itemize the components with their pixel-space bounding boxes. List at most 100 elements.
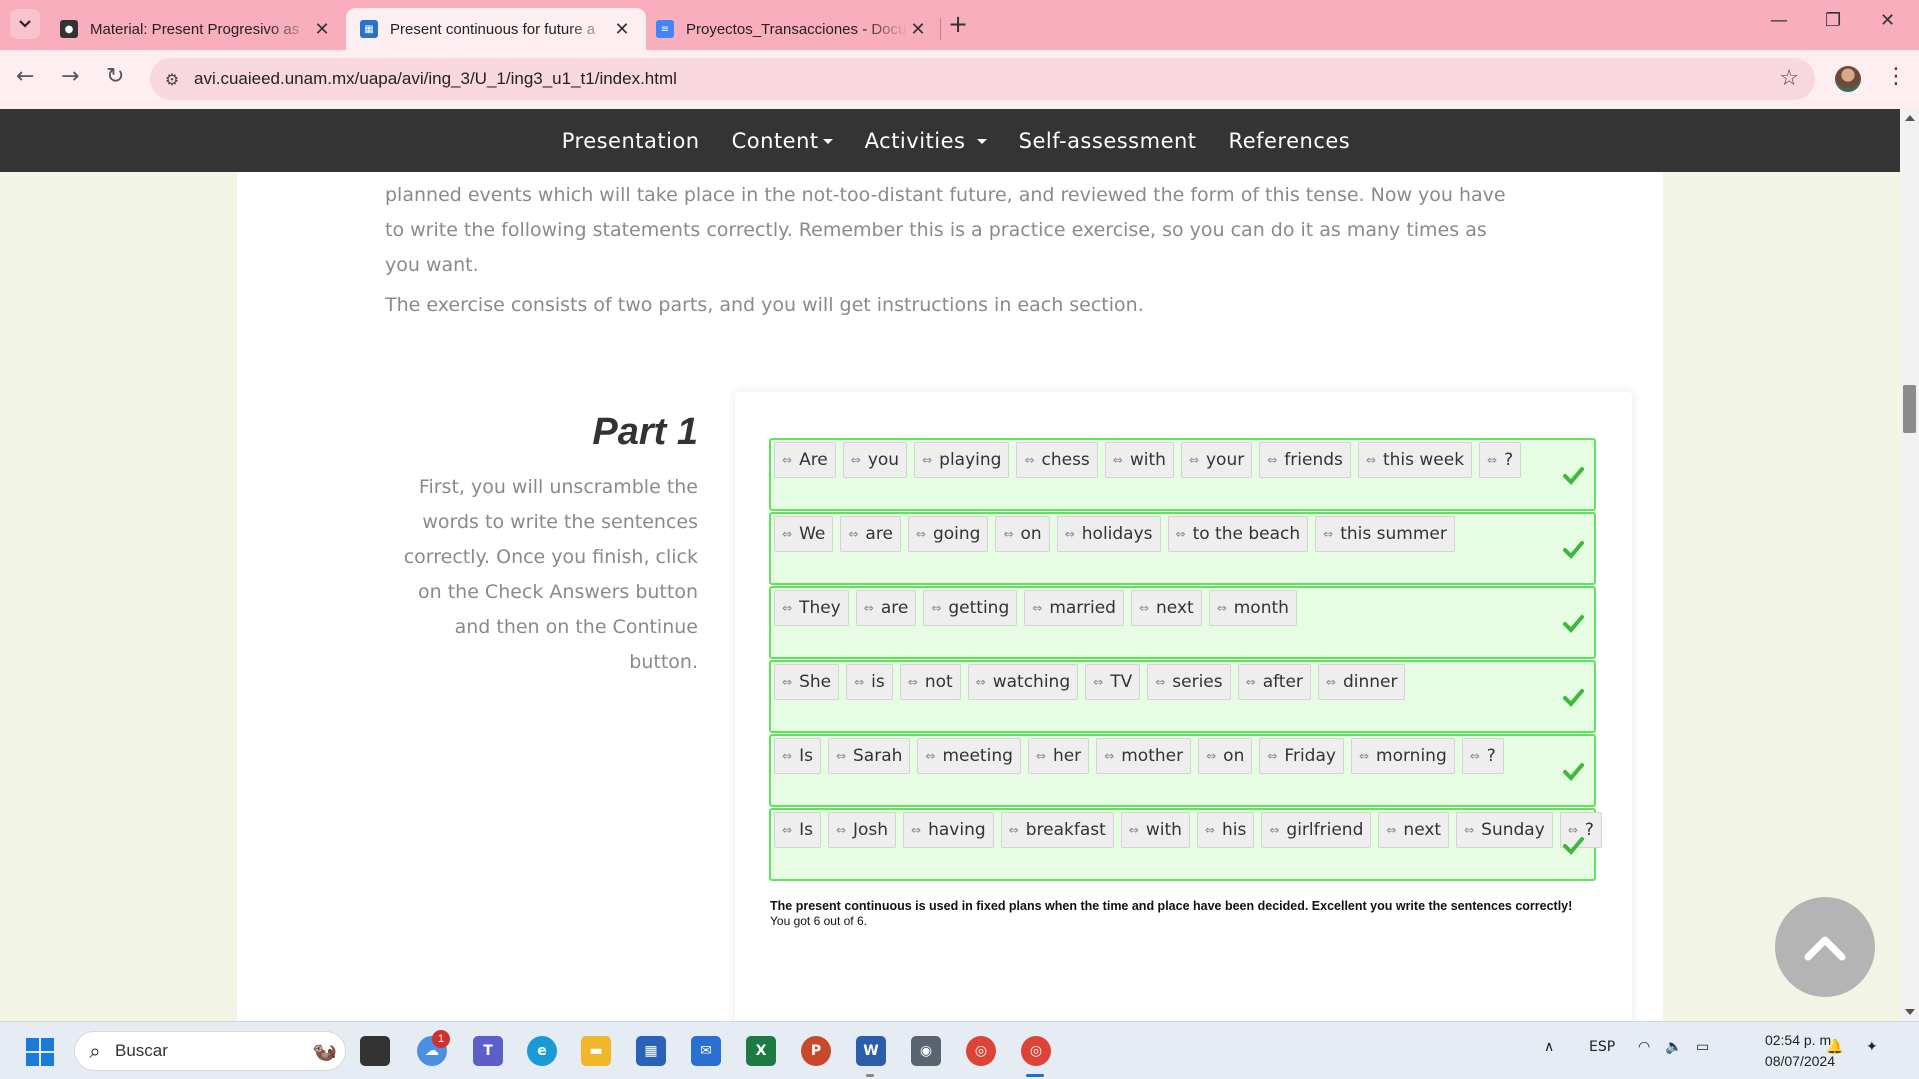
- store-icon[interactable]: ▦: [636, 1036, 666, 1066]
- show-hidden-icons-icon[interactable]: ∧: [1544, 1039, 1554, 1055]
- close-icon[interactable]: ✕: [312, 19, 332, 40]
- file-explorer-icon[interactable]: ▬: [581, 1036, 611, 1066]
- tab-proyectos[interactable]: ≡ Proyectos_Transacciones - Docu ✕: [642, 8, 942, 50]
- nav-references[interactable]: References: [1229, 129, 1351, 153]
- word-chip[interactable]: ⇔ Sarah: [827, 738, 911, 774]
- word-chip[interactable]: ⇔ is: [846, 664, 893, 700]
- word-chip[interactable]: ⇔ going: [907, 516, 989, 552]
- wifi-icon[interactable]: ◠: [1638, 1039, 1650, 1055]
- chrome-icon[interactable]: ◎: [966, 1036, 996, 1066]
- word-chip[interactable]: ⇔ getting: [923, 590, 1018, 626]
- word-chip[interactable]: ⇔ you: [842, 442, 908, 478]
- menu-dots-icon[interactable]: ⋮: [1885, 64, 1907, 89]
- scroll-down-arrow-icon[interactable]: [1905, 1009, 1915, 1015]
- minimize-icon[interactable]: —: [1770, 10, 1788, 31]
- profile-avatar[interactable]: [1835, 66, 1861, 92]
- site-settings-icon[interactable]: ⚙: [150, 70, 194, 89]
- word-chip[interactable]: ⇔ next: [1130, 590, 1202, 626]
- word-chip[interactable]: ⇔ morning: [1350, 738, 1455, 774]
- word-chip[interactable]: ⇔ Josh: [827, 812, 897, 848]
- word-chip[interactable]: ⇔ meeting: [917, 738, 1021, 774]
- word-chip[interactable]: ⇔ on: [1198, 738, 1253, 774]
- word-chip[interactable]: ⇔ to the beach: [1167, 516, 1309, 552]
- forward-icon[interactable]: →: [61, 64, 79, 89]
- tab-material[interactable]: ● Material: Present Progresivo as ✕: [46, 8, 346, 50]
- windows-start-icon[interactable]: [26, 1038, 54, 1066]
- word-chip[interactable]: ⇔ TV: [1085, 664, 1141, 700]
- word-chip[interactable]: ⇔ Is: [774, 812, 821, 848]
- language-indicator[interactable]: ESP: [1589, 1039, 1615, 1055]
- word-chip[interactable]: ⇔ married: [1024, 590, 1124, 626]
- system-clock[interactable]: 02:54 p. m. 08/07/2024: [1735, 1030, 1835, 1072]
- chrome-active-icon[interactable]: ◎: [1021, 1036, 1051, 1066]
- nav-content[interactable]: Content: [732, 129, 833, 153]
- word-chip[interactable]: ⇔ Is: [774, 738, 821, 774]
- notifications-bell-icon[interactable]: 🔔: [1826, 1039, 1843, 1055]
- word-chip[interactable]: ⇔ They: [774, 590, 849, 626]
- battery-icon[interactable]: ▭: [1696, 1039, 1709, 1055]
- teams-icon[interactable]: T: [473, 1036, 503, 1066]
- tab-search-button[interactable]: [10, 9, 40, 39]
- back-icon[interactable]: ←: [16, 64, 34, 89]
- word-chip[interactable]: ⇔ Friday: [1259, 738, 1344, 774]
- volume-icon[interactable]: 🔈: [1665, 1039, 1682, 1055]
- word-chip[interactable]: ⇔ month: [1208, 590, 1297, 626]
- word-chip[interactable]: ⇔ holidays: [1056, 516, 1161, 552]
- word-chip[interactable]: ⇔ his: [1196, 812, 1255, 848]
- word-chip[interactable]: ⇔ mother: [1096, 738, 1192, 774]
- word-chip[interactable]: ⇔ breakfast: [1000, 812, 1114, 848]
- scroll-to-top-button[interactable]: [1775, 897, 1875, 997]
- word-chip[interactable]: ⇔ this summer: [1315, 516, 1455, 552]
- word-chip[interactable]: ⇔ are: [855, 590, 917, 626]
- restore-icon[interactable]: ❐: [1825, 10, 1841, 31]
- scrollbar-thumb[interactable]: [1903, 385, 1916, 433]
- scroll-up-arrow-icon[interactable]: [1905, 115, 1915, 121]
- window-close-icon[interactable]: ✕: [1880, 10, 1895, 31]
- word-chip[interactable]: ⇔ We: [774, 516, 834, 552]
- close-icon[interactable]: ✕: [908, 19, 928, 40]
- mail-icon[interactable]: ✉: [691, 1036, 721, 1066]
- copilot-icon[interactable]: ✦: [1866, 1039, 1878, 1055]
- word-chip[interactable]: ⇔ friends: [1259, 442, 1351, 478]
- address-bar[interactable]: ⚙ avi.cuaieed.unam.mx/uapa/avi/ing_3/U_1…: [150, 58, 1815, 100]
- word-chip[interactable]: ⇔ after: [1237, 664, 1311, 700]
- word-chip[interactable]: ⇔ with: [1120, 812, 1190, 848]
- word-chip[interactable]: ⇔ dinner: [1317, 664, 1406, 700]
- word-chip[interactable]: ⇔?: [1479, 442, 1522, 478]
- word-chip[interactable]: ⇔ watching: [967, 664, 1079, 700]
- word-chip[interactable]: ⇔ She: [774, 664, 840, 700]
- nav-presentation[interactable]: Presentation: [562, 129, 700, 153]
- taskbar-search[interactable]: ⌕ Buscar 🦦: [74, 1031, 346, 1071]
- tab-present-continuous[interactable]: ▦ Present continuous for future a ✕: [346, 8, 646, 50]
- word-chip[interactable]: ⇔?: [1461, 738, 1504, 774]
- word-chip[interactable]: ⇔ girlfriend: [1261, 812, 1372, 848]
- bookmark-star-icon[interactable]: ☆: [1779, 66, 1799, 91]
- new-tab-button[interactable]: +: [948, 10, 968, 38]
- word-chip[interactable]: ⇔ your: [1180, 442, 1253, 478]
- url-text[interactable]: avi.cuaieed.unam.mx/uapa/avi/ing_3/U_1/i…: [194, 69, 677, 89]
- nav-self-assessment[interactable]: Self-assessment: [1019, 129, 1197, 153]
- camera-icon[interactable]: ◉: [911, 1036, 941, 1066]
- word-chip[interactable]: ⇔ her: [1027, 738, 1090, 774]
- word-chip[interactable]: ⇔ series: [1147, 664, 1231, 700]
- nav-activities[interactable]: Activities: [865, 129, 987, 153]
- word-chip[interactable]: ⇔ on: [995, 516, 1050, 552]
- word-chip[interactable]: ⇔ Are: [774, 442, 836, 478]
- word-chip[interactable]: ⇔ this week: [1357, 442, 1473, 478]
- word-icon[interactable]: W: [856, 1036, 886, 1066]
- word-chip[interactable]: ⇔ chess: [1016, 442, 1098, 478]
- word-chip[interactable]: ⇔ with: [1104, 442, 1174, 478]
- powerpoint-icon[interactable]: P: [801, 1036, 831, 1066]
- word-chip[interactable]: ⇔ not: [899, 664, 961, 700]
- word-chip[interactable]: ⇔ Sunday: [1456, 812, 1553, 848]
- close-icon[interactable]: ✕: [612, 19, 632, 40]
- word-chip[interactable]: ⇔ next: [1378, 812, 1450, 848]
- page-scrollbar[interactable]: [1900, 109, 1919, 1021]
- task-view-icon[interactable]: [360, 1036, 390, 1066]
- reload-icon[interactable]: ↻: [106, 64, 124, 89]
- edge-icon[interactable]: e: [527, 1036, 557, 1066]
- word-chip[interactable]: ⇔ having: [903, 812, 994, 848]
- excel-icon[interactable]: X: [746, 1036, 776, 1066]
- word-chip[interactable]: ⇔ playing: [914, 442, 1010, 478]
- word-chip[interactable]: ⇔ are: [840, 516, 901, 552]
